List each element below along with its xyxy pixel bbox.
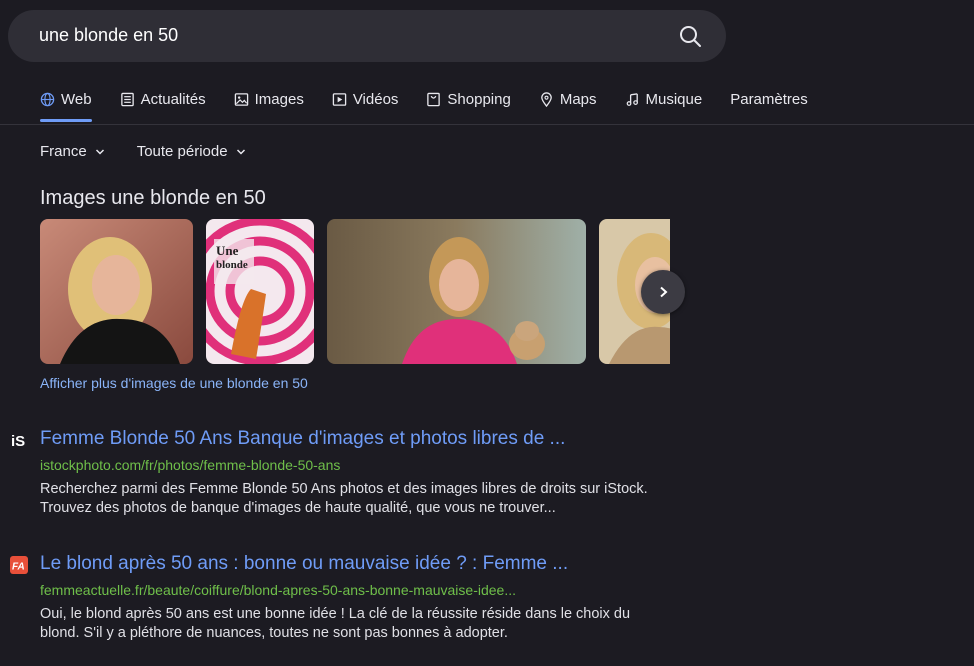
tab-label: Vidéos xyxy=(352,90,399,108)
period-filter-label: Toute période xyxy=(136,143,228,160)
result-url[interactable]: femmeactuelle.fr/beaute/coiffure/blond-a… xyxy=(40,582,516,598)
chevron-down-icon xyxy=(236,148,245,155)
filters-bar: France Toute période xyxy=(40,143,246,160)
search-icon[interactable] xyxy=(678,24,702,48)
result-title-link[interactable]: Le blond après 50 ans : bonne ou mauvais… xyxy=(40,553,568,575)
svg-text:blonde: blonde xyxy=(216,259,248,271)
tab-label: Paramètres xyxy=(730,90,808,108)
carousel-next-button[interactable] xyxy=(641,270,685,314)
tab-label: Shopping xyxy=(447,90,511,108)
result-title-link[interactable]: Femme Blonde 50 Ans Banque d'images et p… xyxy=(40,428,565,450)
svg-text:FA: FA xyxy=(12,562,25,573)
region-filter-label: France xyxy=(40,143,87,160)
region-filter[interactable]: France xyxy=(40,143,105,160)
tab-web[interactable]: Web xyxy=(40,88,92,122)
chevron-down-icon xyxy=(95,148,104,155)
svg-text:iS: iS xyxy=(11,433,25,449)
map-pin-icon xyxy=(540,91,552,107)
tab-maps[interactable]: Maps xyxy=(539,88,597,110)
tab-label: Musique xyxy=(645,90,703,108)
result-snippet: Recherchez parmi des Femme Blonde 50 Ans… xyxy=(40,481,648,516)
video-icon xyxy=(332,92,347,106)
result-snippet: Oui, le blond après 50 ans est une bonne… xyxy=(40,606,631,641)
tab-images[interactable]: Images xyxy=(234,88,304,110)
images-heading: Images une blonde en 50 xyxy=(40,187,266,209)
image-icon xyxy=(234,92,248,106)
chevron-right-icon xyxy=(660,286,668,298)
shopping-icon xyxy=(427,92,441,106)
istock-favicon-icon: iS xyxy=(10,431,28,449)
poster-title-text: Une xyxy=(216,243,239,258)
tab-news[interactable]: Actualités xyxy=(120,88,206,110)
music-icon xyxy=(626,92,638,106)
image-carousel: Une blonde xyxy=(40,219,670,364)
tab-music[interactable]: Musique xyxy=(625,88,703,110)
image-thumbnail[interactable] xyxy=(327,219,586,364)
tab-label: Maps xyxy=(559,90,597,108)
search-bar[interactable]: une blonde en 50 xyxy=(8,10,726,62)
tab-label: Web xyxy=(61,90,92,108)
news-icon xyxy=(120,92,134,106)
search-input[interactable]: une blonde en 50 xyxy=(39,25,178,46)
more-images-link[interactable]: Afficher plus d'images de une blonde en … xyxy=(40,375,308,391)
tab-settings[interactable]: Paramètres xyxy=(730,88,808,110)
image-thumbnail[interactable] xyxy=(40,219,193,364)
globe-icon xyxy=(40,92,55,106)
image-thumbnail[interactable]: Une blonde xyxy=(206,219,314,364)
result-url[interactable]: istockphoto.com/fr/photos/femme-blonde-5… xyxy=(40,457,340,473)
tab-videos[interactable]: Vidéos xyxy=(332,88,399,110)
tab-label: Images xyxy=(254,90,304,108)
tab-shopping[interactable]: Shopping xyxy=(426,88,511,110)
search-tabs: Web Actualités Images Vidéos Shopping Ma… xyxy=(40,88,836,124)
period-filter[interactable]: Toute période xyxy=(137,143,246,160)
tabs-divider xyxy=(0,124,974,125)
femmeactuelle-favicon-icon: FA xyxy=(10,556,28,574)
tab-label: Actualités xyxy=(140,90,206,108)
